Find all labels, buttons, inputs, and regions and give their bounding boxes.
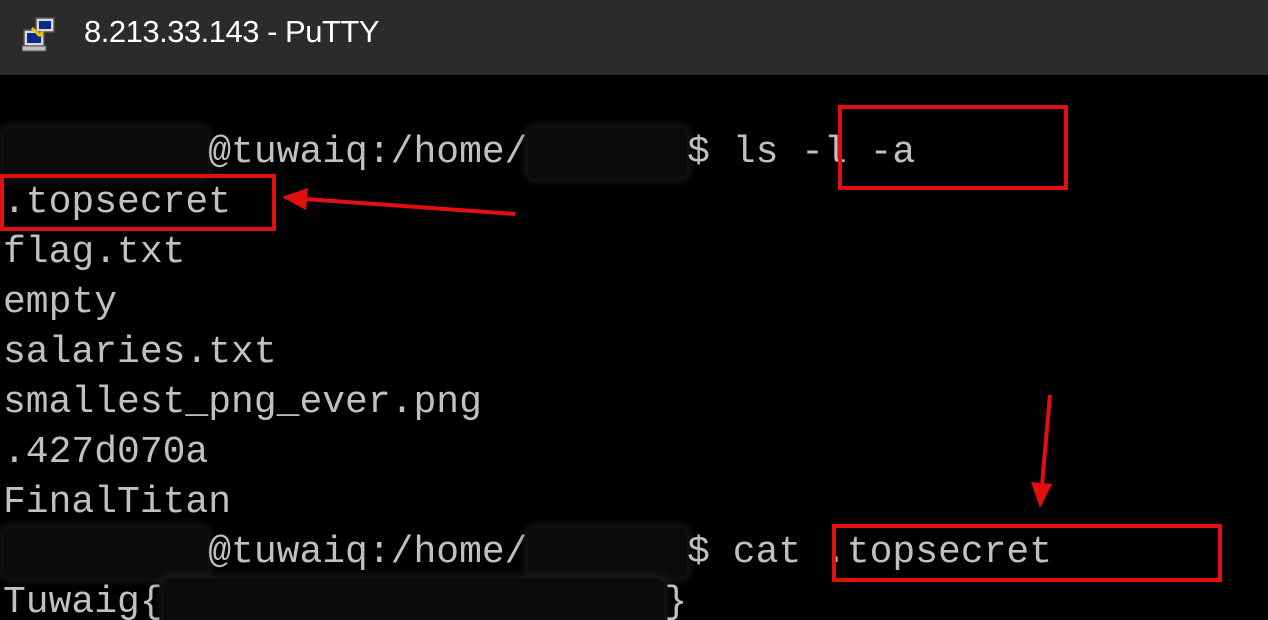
listing-item: empty	[3, 281, 118, 324]
redacted-flag	[162, 578, 665, 620]
redacted-username	[3, 528, 209, 578]
putty-window: 8.213.33.143 - PuTTY @tuwaiq:/home/ $ ls…	[0, 0, 1268, 620]
listing-item: .427d070a	[3, 431, 209, 474]
listing-item: smallest_png_ever.png	[3, 381, 482, 424]
prompt-host: @tuwaiq:/home/	[208, 531, 528, 574]
putty-icon	[22, 17, 55, 52]
title-bar[interactable]: 8.213.33.143 - PuTTY	[0, 0, 1268, 75]
prompt-host: @tuwaiq:/home/	[208, 131, 528, 174]
redacted-username	[3, 128, 209, 178]
redacted-path	[527, 128, 688, 178]
prompt-symbol: $	[687, 131, 710, 174]
window-title: 8.213.33.143 - PuTTY	[84, 14, 380, 49]
terminal-line-prompt-1: @tuwaiq:/home/ $ ls -l -a	[3, 128, 915, 178]
redacted-path	[527, 528, 688, 578]
terminal-line-output: Tuwaig{ }	[3, 578, 687, 620]
highlight-box-topsecret	[0, 174, 276, 231]
highlight-box-ls	[838, 105, 1068, 190]
highlight-box-cat	[832, 524, 1222, 582]
listing-item: flag.txt	[3, 231, 186, 274]
flag-suffix: }	[664, 581, 688, 620]
prompt-symbol: $	[687, 531, 710, 574]
listing-item: salaries.txt	[3, 331, 277, 374]
listing-item: FinalTitan	[3, 481, 232, 524]
flag-prefix: Tuwaig{	[3, 581, 163, 620]
